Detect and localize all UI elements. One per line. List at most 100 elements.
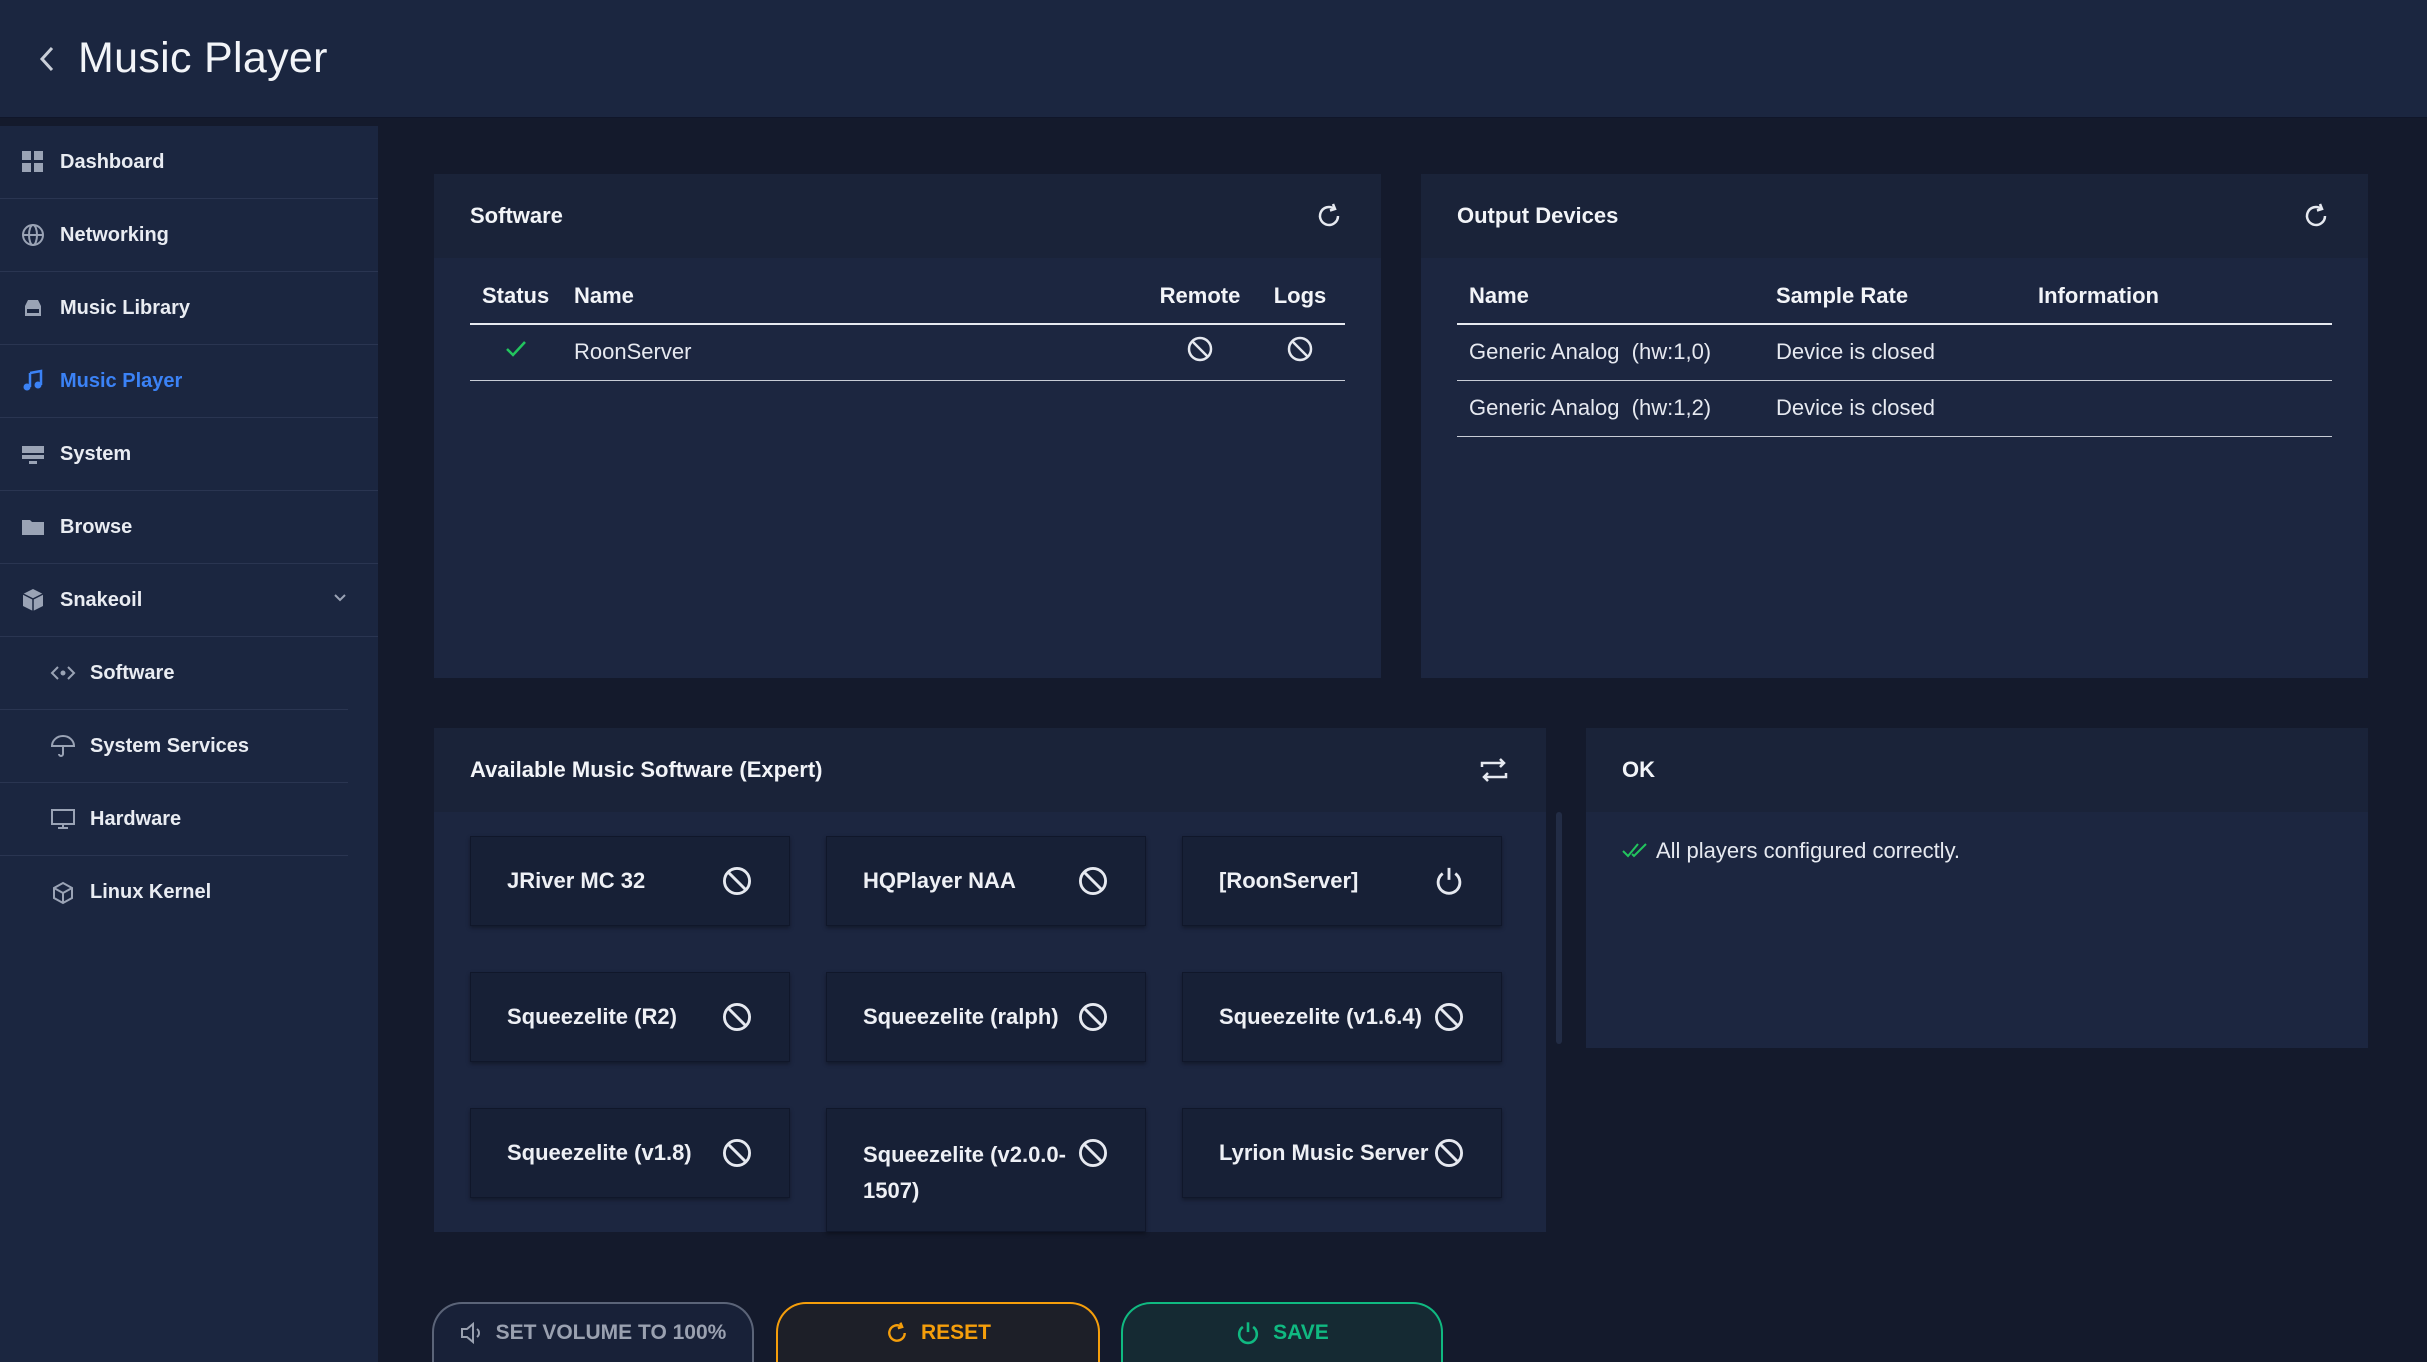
- sidebar-item-browse[interactable]: Browse: [0, 491, 378, 564]
- sidebar-item-label: System: [60, 442, 132, 465]
- reset-button[interactable]: RESET: [776, 1302, 1100, 1362]
- drive-icon: [20, 295, 46, 321]
- page-title: Music Player: [78, 34, 328, 82]
- card-header: OK: [1586, 728, 2368, 812]
- card-header: Available Music Software (Expert): [434, 728, 1546, 812]
- software-option-lyrion-music-server[interactable]: Lyrion Music Server: [1182, 1108, 1502, 1198]
- card-title: Available Music Software (Expert): [470, 757, 823, 782]
- ban-icon: [1435, 1139, 1463, 1167]
- code-icon: [50, 660, 76, 686]
- scrollbar[interactable]: [1556, 812, 1562, 1044]
- sidebar-item-snakeoil[interactable]: Snakeoil: [0, 564, 378, 637]
- card-header: Output Devices: [1421, 174, 2368, 258]
- sidebar-item-label: Linux Kernel: [90, 881, 212, 903]
- device-information: [2026, 380, 2332, 437]
- software-option-label: [RoonServer]: [1219, 868, 1359, 893]
- software-option-label: Squeezelite (v1.6.4): [1219, 1004, 1422, 1029]
- logs-cell[interactable]: [1255, 324, 1345, 381]
- device-information: [2026, 324, 2332, 381]
- device-name: Generic Analog (hw:1,0): [1457, 324, 1764, 381]
- sidebar-item-label: Hardware: [90, 807, 182, 830]
- status-message: All players configured correctly.: [1622, 838, 2332, 864]
- status-cell: [470, 324, 562, 381]
- grid-icon: [20, 149, 46, 175]
- refresh-button[interactable]: [2300, 200, 2332, 232]
- sidebar-item-dashboard[interactable]: Dashboard: [0, 126, 378, 199]
- sidebar-item-label: Networking: [60, 223, 169, 246]
- ban-icon: [723, 867, 751, 895]
- software-option-label: JRiver MC 32: [507, 868, 646, 893]
- sidebar: Dashboard Networking Music Library Music…: [0, 126, 378, 1362]
- software-table: Status Name Remote Logs RoonServer: [470, 268, 1345, 381]
- server-icon: [20, 441, 46, 467]
- column-header-status: Status: [470, 268, 562, 325]
- check-icon: [506, 341, 526, 358]
- table-row: RoonServer: [470, 324, 1345, 381]
- swap-icon: [1480, 758, 1508, 782]
- refresh-icon: [1318, 203, 1340, 227]
- cube-icon: [20, 587, 46, 613]
- box-icon: [50, 880, 76, 906]
- sidebar-item-label: Snakeoil: [60, 588, 143, 611]
- software-option-label: Squeezelite (v2.0.0-1507): [863, 1142, 1066, 1203]
- sidebar-item-label: Software: [90, 661, 175, 684]
- software-option-label: Squeezelite (ralph): [863, 1004, 1059, 1029]
- software-option-squeezelite-r2[interactable]: Squeezelite (R2): [470, 972, 790, 1062]
- software-option-jriver[interactable]: JRiver MC 32: [470, 836, 790, 926]
- ban-icon: [723, 1139, 751, 1167]
- sidebar-item-label: Music Player: [60, 369, 183, 392]
- table-row: Generic Analog (hw:1,2) Device is closed: [1457, 380, 2332, 437]
- software-option-squeezelite-ralph[interactable]: Squeezelite (ralph): [826, 972, 1146, 1062]
- output-devices-card: Output Devices Name Sample Rate Informat…: [1421, 174, 2368, 678]
- save-button[interactable]: SAVE: [1121, 1302, 1443, 1362]
- music-note-icon: [20, 368, 46, 394]
- column-header-name: Name: [1457, 268, 1764, 325]
- sidebar-subitem-hardware[interactable]: Hardware: [0, 783, 348, 856]
- set-volume-button[interactable]: SET VOLUME TO 100%: [432, 1302, 754, 1362]
- sidebar-item-label: System Services: [90, 734, 250, 757]
- sidebar-item-system[interactable]: System: [0, 418, 378, 491]
- sidebar-item-label: Dashboard: [60, 150, 165, 173]
- remote-cell[interactable]: [1145, 324, 1255, 381]
- ban-icon: [1187, 337, 1213, 362]
- table-header-row: Name Sample Rate Information: [1457, 268, 2332, 325]
- back-button[interactable]: [26, 38, 68, 80]
- reset-icon: [888, 1322, 906, 1342]
- ban-icon: [1079, 1003, 1107, 1031]
- software-option-hqplayer-naa[interactable]: HQPlayer NAA: [826, 836, 1146, 926]
- save-label: SAVE: [1273, 1321, 1329, 1344]
- column-header-logs: Logs: [1255, 268, 1345, 325]
- ban-icon: [1079, 867, 1107, 895]
- card-title: Software: [470, 203, 563, 228]
- umbrella-icon: [50, 733, 76, 759]
- table-row: Generic Analog (hw:1,0) Device is closed: [1457, 324, 2332, 381]
- software-name: RoonServer: [562, 324, 1145, 381]
- power-icon: [1238, 1322, 1259, 1345]
- sidebar-subitem-linux-kernel[interactable]: Linux Kernel: [0, 856, 348, 929]
- refresh-button[interactable]: [1313, 200, 1345, 232]
- output-devices-table: Name Sample Rate Information Generic Ana…: [1457, 268, 2332, 437]
- column-header-information: Information: [2026, 268, 2332, 325]
- sidebar-item-music-player[interactable]: Music Player: [0, 345, 378, 418]
- refresh-icon: [2305, 203, 2327, 227]
- sidebar-item-label: Music Library: [60, 296, 191, 319]
- software-option-roonserver[interactable]: [RoonServer]: [1182, 836, 1502, 926]
- software-option-squeezelite-v164[interactable]: Squeezelite (v1.6.4): [1182, 972, 1502, 1062]
- device-sample-rate: Device is closed: [1764, 324, 2026, 381]
- software-option-label: Lyrion Music Server: [1219, 1140, 1429, 1165]
- reset-label: RESET: [920, 1321, 991, 1344]
- volume-icon: [460, 1322, 480, 1344]
- swap-button[interactable]: [1478, 754, 1510, 786]
- folder-icon: [20, 514, 46, 540]
- ban-icon: [1435, 1003, 1463, 1031]
- software-option-squeezelite-v200[interactable]: Squeezelite (v2.0.0-1507): [826, 1108, 1146, 1232]
- sidebar-subitem-system-services[interactable]: System Services: [0, 710, 348, 783]
- power-icon: [1436, 867, 1462, 895]
- software-option-squeezelite-v18[interactable]: Squeezelite (v1.8): [470, 1108, 790, 1198]
- double-check-icon: [1622, 843, 1647, 858]
- sidebar-item-label: Browse: [60, 515, 133, 538]
- sidebar-subitem-software[interactable]: Software: [0, 637, 348, 710]
- software-option-label: Squeezelite (R2): [507, 1004, 677, 1029]
- sidebar-item-music-library[interactable]: Music Library: [0, 272, 378, 345]
- sidebar-item-networking[interactable]: Networking: [0, 199, 378, 272]
